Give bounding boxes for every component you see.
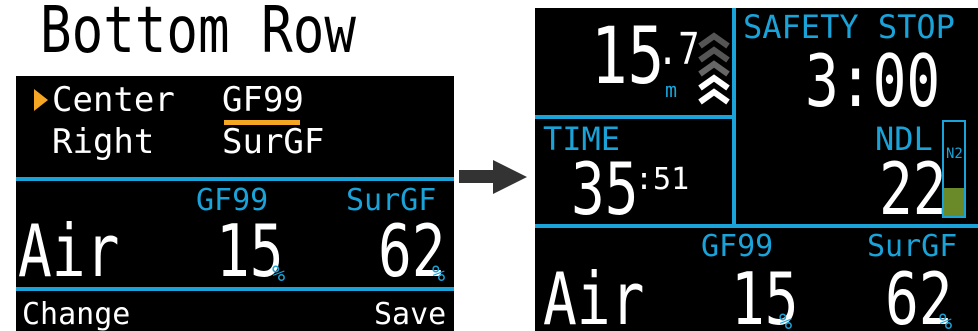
gas-value: Air — [18, 209, 120, 293]
menu-item-right-label[interactable]: Right — [52, 124, 154, 160]
menu-item-right-value[interactable]: SurGF — [222, 124, 324, 160]
page-title: Bottom Row — [40, 0, 356, 68]
selection-caret-icon — [34, 89, 48, 111]
ndl-value: 22 — [879, 147, 947, 231]
time-seconds: :51 — [635, 162, 690, 197]
ascent-rate-icon — [698, 32, 730, 105]
center-field-unit: % — [779, 310, 793, 331]
gas-value: Air — [543, 257, 645, 331]
n2-gauge-fill — [944, 187, 964, 216]
save-button[interactable]: Save — [374, 300, 446, 330]
divider — [535, 115, 732, 119]
divider — [732, 8, 736, 224]
divider — [16, 287, 454, 291]
depth-decimal: .7 — [657, 24, 700, 75]
arrow-right-icon-head — [493, 160, 527, 194]
right-field-unit: % — [939, 310, 953, 331]
dive-screen: 15 .7 m SAFETY STOP 3:00 TIME 35 :51 NDL… — [535, 8, 978, 331]
depth-unit: m — [665, 78, 678, 102]
settings-screen: Center GF99 Right SurGF GF99 SurGF Air 1… — [16, 76, 454, 331]
safety-stop-label: SAFETY STOP — [743, 8, 955, 46]
arrow-right-icon — [459, 170, 495, 183]
menu-item-center-label[interactable]: Center — [52, 82, 175, 118]
menu-item-center-value[interactable]: GF99 — [222, 82, 304, 118]
safety-stop-time: 3:00 — [805, 39, 941, 123]
n2-gauge: N2 — [942, 120, 966, 218]
time-minutes: 35 — [571, 147, 639, 231]
change-button[interactable]: Change — [22, 300, 130, 330]
right-field-unit: % — [432, 262, 446, 287]
divider — [16, 177, 454, 181]
center-field-unit: % — [272, 262, 286, 287]
depth-whole: 15 — [591, 12, 665, 102]
n2-label: N2 — [946, 146, 963, 162]
